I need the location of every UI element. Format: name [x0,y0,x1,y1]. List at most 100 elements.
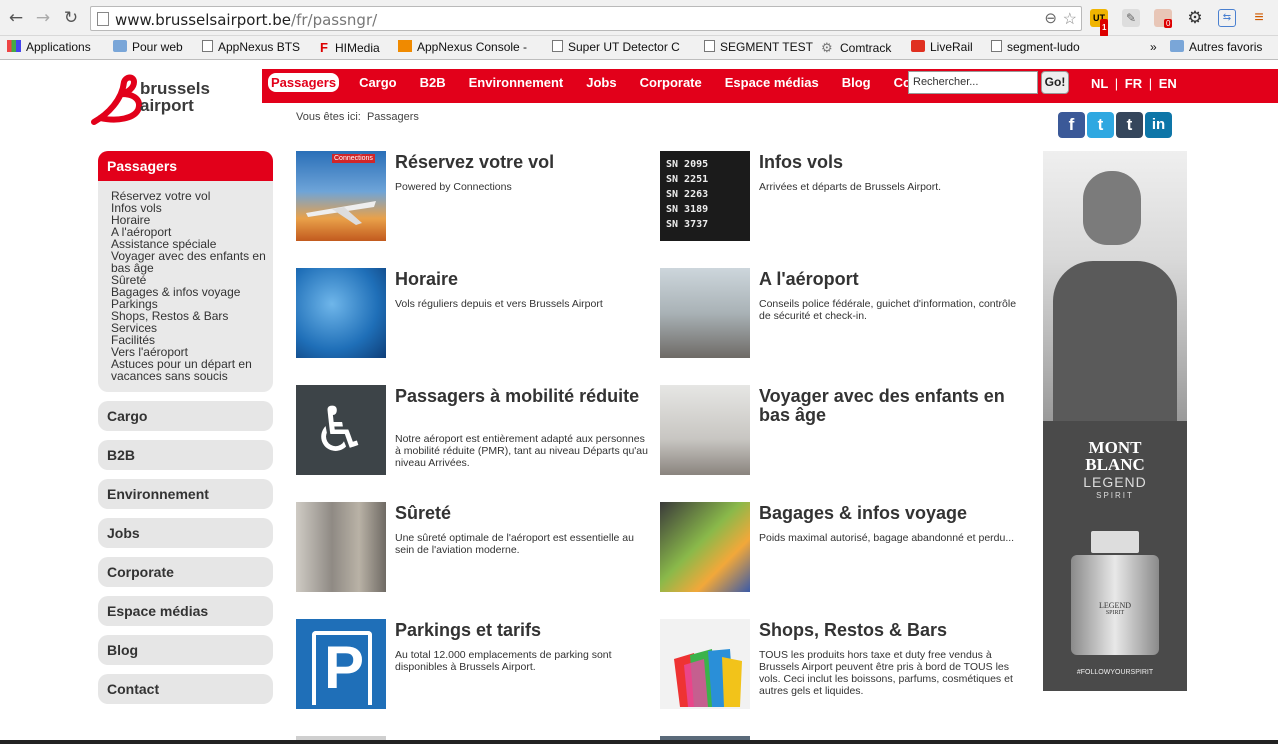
card-voyager-enfants[interactable]: Voyager avec des enfants en bas âge [660,385,1020,480]
zoom-icon[interactable]: ⊖ [1044,9,1057,27]
thumb-family[interactable] [660,385,750,475]
nav-environnement[interactable]: Environnement [466,73,567,92]
bookmark-segment-test[interactable]: SEGMENT TEST [704,40,813,54]
thumb-terminal[interactable] [660,268,750,358]
extension-icon[interactable]: 0 [1154,9,1173,28]
bookmark-star-icon[interactable]: ☆ [1063,9,1077,29]
lang-en[interactable]: EN [1159,76,1177,91]
card-surete[interactable]: Sûreté Une sûreté optimale de l'aéroport… [296,502,656,597]
tumblr-icon[interactable]: t [1116,112,1143,138]
bookmark-appnexus-console[interactable]: AppNexus Console - [398,40,527,54]
thumb-shopping-bags[interactable] [660,619,750,709]
bookmark-liverail[interactable]: LiveRail [911,40,973,54]
brussels-airport-logo[interactable]: brussels airport [88,72,238,127]
card-bagages[interactable]: Bagages & infos voyage Poids maximal aut… [660,502,1020,597]
bookmark-appnexus-bts[interactable]: AppNexus BTS [202,40,300,54]
card-title[interactable]: Réservez votre vol [395,153,655,172]
thumb-globe[interactable] [296,268,386,358]
url-text[interactable]: www.brusselsairport.be/fr/passngr/ [115,11,377,29]
nav-espace-medias[interactable]: Espace médias [722,73,822,92]
parking-icon: P [324,634,365,701]
card-a-l-aeroport[interactable]: A l'aéroport Conseils police fédérale, g… [660,268,1020,363]
sidebar-item[interactable]: vacances sans soucis [111,370,273,382]
bookmark-pour-web[interactable]: Pour web [113,40,183,54]
bookmark-comtrack[interactable]: ⚙ Comtrack [821,40,891,55]
card-title[interactable]: Infos vols [759,153,1019,172]
card-title[interactable]: A l'aéroport [759,270,1019,289]
card-mobilite-reduite[interactable]: ♿ Passagers à mobilité réduite Notre aér… [296,385,656,480]
sidebar-jobs[interactable]: Jobs [98,518,273,548]
card-title[interactable]: Sûreté [395,504,655,523]
search-input[interactable]: Rechercher... [908,71,1038,94]
sidebar-cargo[interactable]: Cargo [98,401,273,431]
menu-icon[interactable]: ≡ [1250,9,1268,27]
linkedin-icon[interactable]: in [1145,112,1172,138]
bookmark-autres-favoris[interactable]: Autres favoris [1170,40,1262,54]
facebook-icon[interactable]: f [1058,112,1085,138]
breadcrumb-current[interactable]: Passagers [367,111,419,123]
thumb-child-suitcase[interactable] [660,502,750,592]
card-title[interactable]: Bagages & infos voyage [759,504,1019,523]
pen-extension-icon[interactable]: ✎ [1122,9,1140,27]
bookmark-applications[interactable]: Applications [7,40,91,54]
nav-jobs[interactable]: Jobs [583,73,619,92]
twitter-icon[interactable]: t [1087,112,1114,138]
lang-fr[interactable]: FR [1125,76,1142,91]
thumb-flight-board[interactable]: SN 2095 SN 2251 SN 2263 SN 3189 SN 3737 [660,151,750,241]
back-icon[interactable]: ← [6,8,26,28]
liverail-icon [911,40,925,52]
thumb-parking[interactable]: P [296,619,386,709]
himedia-icon: F [320,40,328,55]
thumb-security[interactable] [296,502,386,592]
logo-b-mark-icon [91,74,142,125]
gear-icon[interactable]: ⚙ [1186,9,1204,27]
thumb-airplane[interactable]: Connections [296,151,386,241]
bookmark-super-ut-detector[interactable]: Super UT Detector C [552,40,680,54]
card-reservez-votre-vol[interactable]: Connections Réservez votre vol Powered b… [296,151,656,246]
card-shops[interactable]: Shops, Restos & Bars TOUS les produits h… [660,619,1020,714]
sidebar-corporate[interactable]: Corporate [98,557,273,587]
card-title[interactable]: Voyager avec des enfants en bas âge [759,387,1019,425]
search-go-button[interactable]: Go! [1041,71,1069,94]
bookmark-himedia[interactable]: F HIMedia [320,40,380,55]
nav-corporate[interactable]: Corporate [637,73,705,92]
bookmark-segment-ludo[interactable]: segment-ludo [991,40,1080,54]
card-title[interactable]: Horaire [395,270,655,289]
page-icon [97,12,109,26]
airplane-icon [306,201,376,225]
logo-text-line2: airport [140,96,194,115]
card-desc: TOUS les produits hors taxe et duty free… [759,649,1013,697]
sidebar-passagers-title[interactable]: Passagers [98,151,273,181]
card-horaire[interactable]: Horaire Vols réguliers depuis et vers Br… [296,268,656,363]
nav-passagers[interactable]: Passagers [268,73,340,92]
address-bar[interactable]: www.brusselsairport.be/fr/passngr/ ⊖ ☆ [90,6,1082,31]
advertisement-banner[interactable]: MONT BLANC LEGEND SPIRIT LEGEND SPIRIT #… [1043,151,1187,691]
card-title[interactable]: Parkings et tarifs [395,621,655,640]
sidebar-contact[interactable]: Contact [98,674,273,704]
reload-icon[interactable]: ↻ [61,8,81,28]
sidebar-b2b[interactable]: B2B [98,440,273,470]
folder-icon [113,40,127,52]
thumb-wheelchair[interactable]: ♿ [296,385,386,475]
card-title[interactable]: Passagers à mobilité réduite [395,387,655,406]
sidebar-environnement[interactable]: Environnement [98,479,273,509]
flight-board-text: SN 2095 SN 2251 SN 2263 SN 3189 SN 3737 [666,159,709,230]
sidebar-espace-medias[interactable]: Espace médias [98,596,273,626]
nav-blog[interactable]: Blog [839,73,874,92]
appnexus-icon [398,40,412,52]
card-desc: Powered by Connections [395,181,512,193]
ut-extension-icon[interactable]: UT 1 [1090,9,1109,37]
card-desc: Arrivées et départs de Brussels Airport. [759,181,942,193]
forward-icon[interactable]: → [33,8,53,28]
lang-nl[interactable]: NL [1091,76,1108,91]
card-title[interactable]: Shops, Restos & Bars [759,621,1019,640]
nav-b2b[interactable]: B2B [417,73,449,92]
card-infos-vols[interactable]: SN 2095 SN 2251 SN 2263 SN 3189 SN 3737 … [660,151,1020,246]
sidebar-blog[interactable]: Blog [98,635,273,665]
card-parkings[interactable]: P Parkings et tarifs Au total 12.000 emp… [296,619,656,714]
bookmarks-overflow[interactable]: » [1150,40,1157,54]
browser-toolbar: ← → ↻ www.brusselsairport.be/fr/passngr/… [0,0,1278,37]
wheelchair-icon: ♿ [312,393,368,466]
nav-cargo[interactable]: Cargo [356,73,400,92]
cast-icon[interactable]: ⇆ [1218,9,1236,27]
